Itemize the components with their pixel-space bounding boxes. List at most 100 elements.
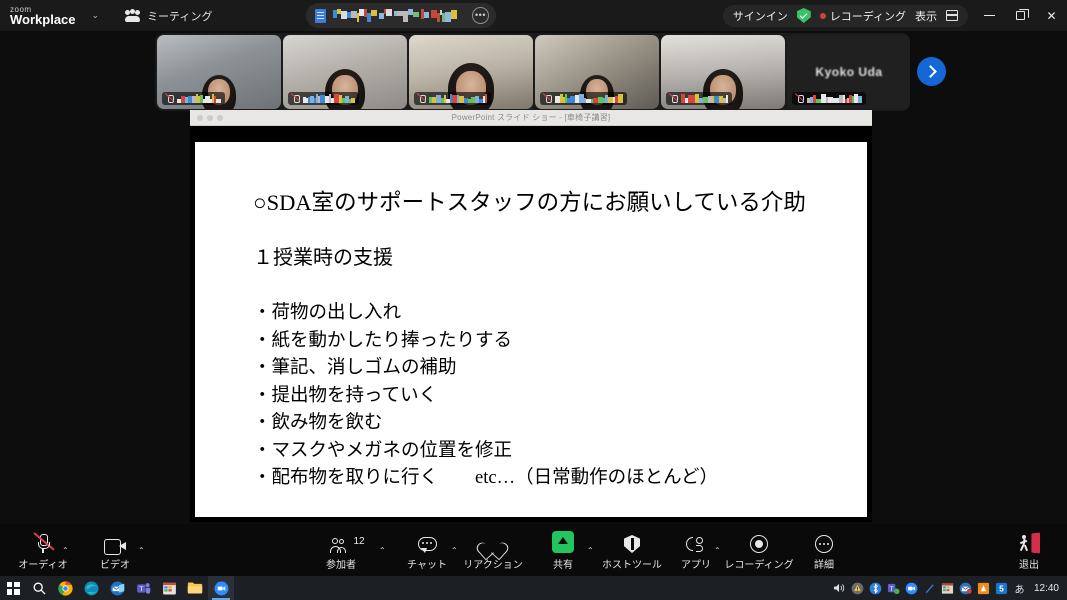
microphone-muted-icon (418, 94, 426, 104)
participant-tile[interactable] (409, 35, 533, 109)
heart-icon (483, 529, 503, 553)
tray-warning-icon[interactable] (849, 576, 866, 600)
recording-indicator[interactable]: レコーディング (820, 8, 906, 24)
video-chevron-up-icon[interactable]: ⌃ (138, 546, 145, 555)
taskbar-chrome-icon[interactable] (52, 576, 78, 600)
meeting-title-pill[interactable]: ••• (306, 3, 496, 28)
apps-icon (686, 529, 706, 553)
taskbar-edge-icon[interactable] (78, 576, 104, 600)
shield-icon (624, 529, 640, 553)
participant-name-blurred (555, 94, 623, 103)
taskbar-clock[interactable]: 12:40 (1029, 583, 1067, 594)
shared-screen-area: PowerPoint スライド ショー - [車椅子講習] ○SDA室のサポート… (190, 110, 872, 522)
system-tray: T 5 あ 12:40 (831, 576, 1067, 600)
restore-icon[interactable] (1005, 0, 1036, 31)
reactions-button[interactable]: リアクション (464, 529, 522, 571)
chevron-right-icon[interactable] (917, 57, 946, 86)
view-button-label[interactable]: 表示 (915, 8, 937, 24)
audio-label: オーディオ (18, 556, 67, 571)
participants-count: 12 (354, 536, 365, 547)
tray-ime-icon[interactable]: あ (1011, 576, 1028, 600)
taskbar-file-explorer-icon[interactable] (182, 576, 208, 600)
slide-heading: ○SDA室のサポートスタッフの方にお願いしている介助 (253, 185, 806, 217)
leave-button[interactable]: 退出 (1000, 529, 1058, 571)
svg-text:T: T (139, 585, 143, 592)
brand-workplace: Workplace (10, 13, 76, 26)
microphone-muted-icon (670, 94, 678, 104)
window-controls: ✕ (974, 0, 1067, 31)
tray-zoom-tray-icon[interactable] (903, 576, 920, 600)
minimize-icon[interactable] (974, 0, 1005, 31)
participant-name-tag (288, 92, 359, 105)
share-screen-button[interactable]: 共有 (534, 529, 592, 571)
microphone-muted-icon (292, 94, 300, 104)
leave-meeting-icon (1018, 529, 1040, 553)
participant-tile[interactable] (535, 35, 659, 109)
more-options-icon[interactable]: ••• (472, 7, 489, 24)
search-icon[interactable] (26, 576, 52, 600)
windows-start-icon[interactable] (0, 576, 26, 600)
audio-chevron-up-icon[interactable]: ⌃ (62, 546, 69, 555)
document-icon (315, 9, 326, 23)
slide-bullet-list: ・荷物の出し入れ ・紙を動かしたり捧ったりする ・筆記、消しゴムの補助 ・提出物を持っ… (253, 300, 718, 493)
tray-onedrive-icon[interactable] (921, 576, 938, 600)
tab-meetings[interactable]: ミーティング (125, 8, 212, 24)
svg-text:5: 5 (999, 583, 1004, 593)
powerpoint-slide: ○SDA室のサポートスタッフの方にお願いしている介助 １授業時の支援 ・荷物の出… (195, 142, 867, 517)
chat-chevron-up-icon[interactable]: ⌃ (451, 546, 458, 555)
share-gap (190, 126, 872, 136)
participants-label: 参加者 (326, 556, 356, 571)
leave-label: 退出 (1019, 556, 1039, 571)
slide-bullet-item: ・筆記、消しゴムの補助 (253, 355, 718, 383)
recording-label: レコーディング (830, 8, 906, 24)
participant-name-blurred (807, 94, 862, 103)
brand-chevron-down-icon[interactable]: ⌄ (92, 10, 100, 21)
tray-excel-tray-icon[interactable] (939, 576, 956, 600)
taskbar-teams-icon[interactable]: T (130, 576, 156, 600)
participant-name-blurred (429, 94, 487, 103)
tray-volume-icon[interactable] (831, 576, 848, 600)
participant-tile[interactable] (661, 35, 785, 109)
apps-chevron-up-icon[interactable]: ⌃ (714, 546, 721, 555)
apps-label: アプリ (681, 556, 711, 571)
participant-filmstrip[interactable]: Kyoko Uda (155, 33, 910, 111)
taskbar-zoom-icon[interactable] (208, 576, 234, 600)
participant-tile[interactable] (283, 35, 407, 109)
participant-name-tag (162, 92, 225, 105)
slide-bullet-item: ・飲み物を飲む (253, 410, 718, 438)
tray-security-app-icon[interactable]: 5 (993, 576, 1010, 600)
layout-grid-icon[interactable] (946, 10, 958, 21)
microphone-muted-icon (38, 529, 48, 553)
chat-button[interactable]: チャット (398, 529, 456, 571)
tray-bluetooth-icon[interactable] (867, 576, 884, 600)
slide-bullet-item: ・提出物を持っていく (253, 383, 718, 411)
people-group-icon (125, 10, 140, 22)
participant-tile[interactable] (157, 35, 281, 109)
participants-chevron-up-icon[interactable]: ⌃ (379, 546, 386, 555)
sign-in-button[interactable]: サインイン (733, 8, 788, 24)
zoom-workplace-logo: zoom Workplace (10, 6, 76, 26)
tray-teams-tray-icon[interactable]: T (885, 576, 902, 600)
titlebar-status-group: サインイン レコーディング 表示 (723, 5, 968, 27)
participant-tile[interactable]: Kyoko Uda (787, 35, 910, 109)
share-screen-icon (552, 529, 574, 553)
recording-button[interactable]: レコーディング (730, 529, 788, 571)
powerpoint-title-bar: PowerPoint スライド ショー - [車椅子講習] (190, 110, 872, 126)
more-button[interactable]: 詳細 (795, 529, 853, 571)
close-icon[interactable]: ✕ (1036, 0, 1067, 31)
participant-name-blurred (177, 94, 221, 103)
participant-name-tag (666, 92, 732, 105)
shield-check-icon[interactable] (797, 8, 811, 23)
tray-orange-app-icon[interactable] (975, 576, 992, 600)
taskbar-mail-icon[interactable] (104, 576, 130, 600)
slide-bullet-item: ・荷物の出し入れ (253, 300, 718, 328)
host-tools-button[interactable]: ホストツール (603, 529, 661, 571)
participant-name-tag (540, 92, 627, 105)
participants-button[interactable]: 12 参加者 (312, 529, 370, 571)
camera-icon (104, 529, 126, 553)
taskbar-excel-icon[interactable] (156, 576, 182, 600)
share-chevron-up-icon[interactable]: ⌃ (587, 546, 594, 555)
video-button[interactable]: ビデオ (86, 529, 144, 571)
tray-mail-tray-icon[interactable] (957, 576, 974, 600)
participant-name-blurred (303, 94, 355, 103)
